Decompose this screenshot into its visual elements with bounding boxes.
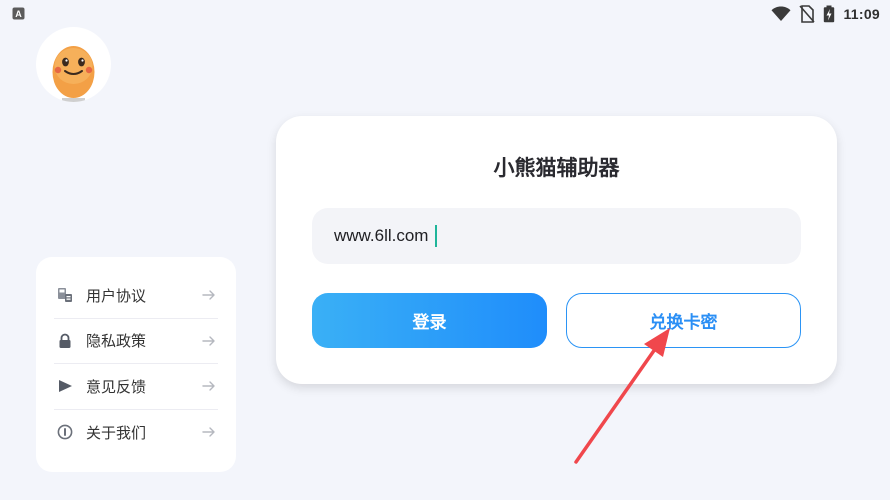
svg-text:A: A bbox=[15, 9, 22, 19]
agreement-icon bbox=[56, 286, 74, 304]
no-sim-icon bbox=[799, 5, 816, 23]
redeem-card-key-button[interactable]: 兑换卡密 bbox=[566, 293, 801, 348]
login-button[interactable]: 登录 bbox=[312, 293, 547, 348]
status-icons: 11:09 bbox=[771, 4, 880, 24]
menu-item-feedback[interactable]: 意见反馈 bbox=[54, 364, 218, 410]
wifi-icon bbox=[771, 6, 791, 21]
side-menu: 用户协议 隐私政策 意见反馈 关于我们 bbox=[36, 257, 236, 472]
feedback-send-icon bbox=[56, 377, 74, 395]
card-key-input[interactable] bbox=[312, 208, 801, 264]
menu-item-label: 意见反馈 bbox=[86, 377, 147, 396]
cartoon-face-avatar-icon bbox=[52, 46, 95, 102]
menu-item-label: 用户协议 bbox=[86, 286, 147, 305]
avatar[interactable] bbox=[36, 27, 111, 102]
arrow-right-icon bbox=[202, 290, 215, 300]
login-card: 小熊猫辅助器 登录 兑换卡密 bbox=[276, 116, 837, 384]
arrow-right-icon bbox=[202, 336, 215, 346]
clock-time: 11:09 bbox=[843, 6, 880, 22]
text-cursor bbox=[435, 225, 437, 247]
info-icon bbox=[56, 423, 74, 441]
menu-item-privacy-policy[interactable]: 隐私政策 bbox=[54, 319, 218, 364]
status-bar: A 11:09 bbox=[0, 0, 890, 28]
app-indicator-icon: A bbox=[12, 7, 25, 20]
menu-item-label: 关于我们 bbox=[86, 423, 147, 442]
lock-icon bbox=[56, 332, 74, 350]
menu-item-about-us[interactable]: 关于我们 bbox=[54, 410, 218, 456]
battery-charging-icon bbox=[824, 5, 835, 23]
arrow-right-icon bbox=[202, 381, 215, 391]
app-title: 小熊猫辅助器 bbox=[493, 156, 620, 180]
menu-item-user-agreement[interactable]: 用户协议 bbox=[54, 273, 218, 319]
arrow-right-icon bbox=[202, 427, 215, 437]
menu-item-label: 隐私政策 bbox=[86, 332, 147, 351]
